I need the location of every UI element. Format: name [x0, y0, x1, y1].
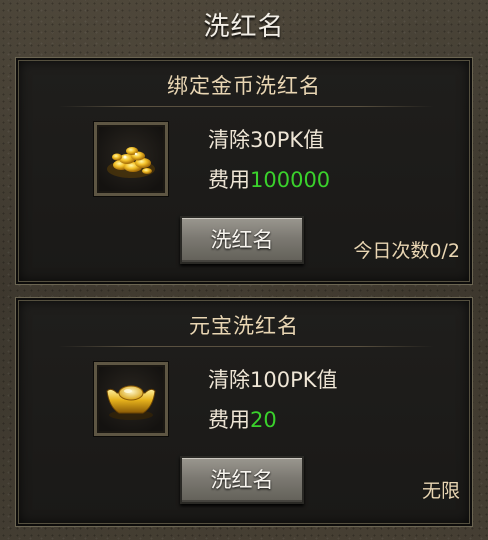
divider	[58, 346, 434, 347]
cost-value: 20	[250, 408, 277, 432]
wash-red-name-window: 洗红名 绑定金币洗红名 清除30PK值 费用100000 洗红名 今日次数0/2…	[0, 0, 488, 540]
panel-title: 元宝洗红名	[189, 314, 299, 338]
gold-ingot-icon	[106, 385, 156, 420]
divider	[58, 106, 434, 107]
wash-button[interactable]: 洗红名	[180, 216, 304, 264]
limit-text: 无限	[421, 480, 460, 502]
clear-pk-text: 清除30PK值	[208, 128, 325, 152]
window-title: 洗红名	[203, 12, 285, 42]
item-slot	[94, 122, 168, 196]
gold-coins-icon	[107, 147, 155, 178]
cost-line: 费用100000	[208, 164, 330, 194]
wash-button[interactable]: 洗红名	[180, 456, 304, 504]
panel-title: 绑定金币洗红名	[167, 74, 321, 98]
cost-label: 费用	[208, 408, 250, 432]
bound-gold-wash-panel: 绑定金币洗红名 清除30PK值 费用100000 洗红名 今日次数0/2	[16, 58, 472, 284]
item-slot	[94, 362, 168, 436]
cost-value: 100000	[250, 168, 331, 192]
clear-pk-text: 清除100PK值	[208, 368, 338, 392]
daily-count-text: 今日次数0/2	[353, 240, 460, 262]
cost-label: 费用	[208, 168, 250, 192]
cost-line: 费用20	[208, 404, 277, 434]
yuanbao-wash-panel: 元宝洗红名 清除100PK值 费用20 洗红名 无限	[16, 298, 472, 526]
